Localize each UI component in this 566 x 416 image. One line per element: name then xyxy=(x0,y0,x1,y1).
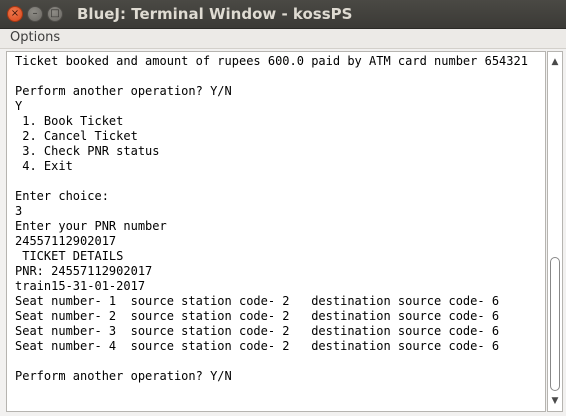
close-window-button[interactable]: × xyxy=(7,6,23,22)
console-line: Perform another operation? Y/N xyxy=(15,369,232,383)
scroll-up-arrow-icon[interactable]: ▲ xyxy=(548,54,562,70)
console-line: 1. Book Ticket xyxy=(15,114,124,128)
console-line: Seat number- 4 source station code- 2 de… xyxy=(15,339,500,353)
scroll-thumb[interactable] xyxy=(550,257,560,391)
menu-bar: Options xyxy=(0,29,566,49)
console-line: 4. Exit xyxy=(15,159,73,173)
console-line: Seat number- 3 source station code- 2 de… xyxy=(15,324,500,338)
maximize-icon: □ xyxy=(50,8,60,19)
console-line: 24557112902017 xyxy=(15,234,117,248)
console-text: Seat# 1Ticket booked and amount of rupee… xyxy=(15,52,528,384)
terminal-output-area[interactable]: Seat# 1Ticket booked and amount of rupee… xyxy=(6,51,546,412)
vertical-scrollbar[interactable]: ▲ ▼ xyxy=(547,51,563,412)
close-icon: × xyxy=(10,8,20,19)
window-controls: × – □ xyxy=(7,6,63,22)
scroll-track[interactable] xyxy=(550,72,560,391)
minimize-icon: – xyxy=(32,8,38,19)
console-line: PNR: 24557112902017 xyxy=(15,264,153,278)
console-line: Enter your PNR number xyxy=(15,219,167,233)
console-line: TICKET DETAILS xyxy=(15,249,124,263)
window-title: BlueJ: Terminal Window - kossPS xyxy=(77,5,353,23)
console-line: 3. Check PNR status xyxy=(15,144,160,158)
console-line: Y xyxy=(15,99,23,113)
console-line: Seat number- 2 source station code- 2 de… xyxy=(15,309,500,323)
console-line: 2. Cancel Ticket xyxy=(15,129,138,143)
console-line: train15-31-01-2017 xyxy=(15,279,146,293)
maximize-window-button[interactable]: □ xyxy=(47,6,63,22)
console-line: Ticket booked and amount of rupees 600.0… xyxy=(15,54,528,68)
menu-options[interactable]: Options xyxy=(10,30,60,45)
title-bar[interactable]: × – □ BlueJ: Terminal Window - kossPS xyxy=(0,0,566,29)
scroll-down-arrow-icon[interactable]: ▼ xyxy=(548,393,562,409)
minimize-window-button[interactable]: – xyxy=(27,6,43,22)
console-line: Seat number- 1 source station code- 2 de… xyxy=(15,294,500,308)
console-line: Enter choice: xyxy=(15,189,109,203)
console-line: 3 xyxy=(15,204,23,218)
console-line: Perform another operation? Y/N xyxy=(15,84,232,98)
